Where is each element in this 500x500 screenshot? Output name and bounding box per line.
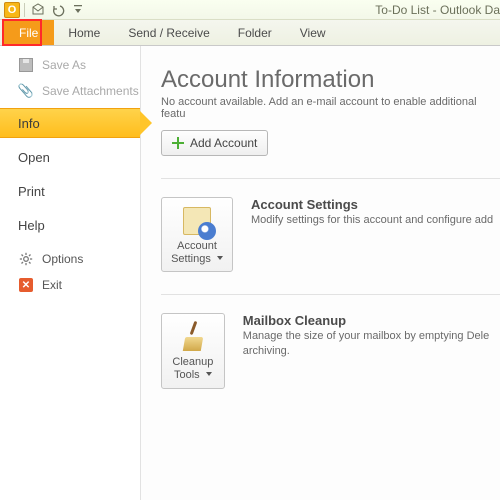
tab-home[interactable]: Home — [54, 20, 114, 45]
ribbon-tabs: File Home Send / Receive Folder View — [0, 20, 500, 46]
backstage-content: Account Information No account available… — [140, 46, 500, 500]
save-icon — [18, 57, 34, 73]
qat-separator — [24, 3, 25, 17]
add-account-button[interactable]: Add Account — [161, 130, 268, 156]
sidebar-options-label: Options — [42, 252, 83, 266]
sidebar-save-as: Save As — [0, 52, 140, 78]
backstage-view: Save As 📎 Save Attachments Info Open Pri… — [0, 46, 500, 500]
account-settings-text: Account Settings Modify settings for thi… — [251, 197, 493, 272]
sidebar-print-label: Print — [18, 184, 45, 199]
section-mailbox-cleanup: Cleanup Tools Mailbox Cleanup Manage the… — [161, 313, 500, 388]
account-settings-desc: Modify settings for this account and con… — [251, 213, 493, 227]
sidebar-save-attachments-label: Save Attachments — [42, 84, 139, 98]
sidebar-exit[interactable]: ✕ Exit — [0, 272, 140, 298]
sidebar-open-label: Open — [18, 150, 50, 165]
mailbox-cleanup-text: Mailbox Cleanup Manage the size of your … — [243, 313, 500, 388]
sidebar-info[interactable]: Info — [0, 108, 140, 138]
sidebar-help-label: Help — [18, 218, 45, 233]
tab-file[interactable]: File — [3, 20, 54, 45]
tab-send-receive[interactable]: Send / Receive — [114, 20, 223, 45]
account-settings-icon — [180, 206, 214, 236]
qat-customize-icon[interactable] — [69, 2, 87, 18]
sidebar-help[interactable]: Help — [0, 210, 140, 240]
exit-icon: ✕ — [18, 277, 34, 293]
sidebar-options[interactable]: Options — [0, 246, 140, 272]
account-settings-btn-label: Account Settings — [171, 240, 223, 265]
cleanup-tools-button[interactable]: Cleanup Tools — [161, 313, 225, 388]
mailbox-cleanup-title: Mailbox Cleanup — [243, 313, 500, 328]
quick-access-toolbar: O — [0, 2, 87, 18]
account-settings-button[interactable]: Account Settings — [161, 197, 233, 272]
backstage-sidebar: Save As 📎 Save Attachments Info Open Pri… — [0, 46, 140, 500]
options-icon — [18, 251, 34, 267]
title-bar: O To-Do List - Outlook Da — [0, 0, 500, 20]
page-subtext: No account available. Add an e-mail acco… — [161, 96, 500, 120]
send-receive-all-icon[interactable] — [29, 2, 47, 18]
sidebar-print[interactable]: Print — [0, 176, 140, 206]
chevron-down-icon — [214, 253, 223, 265]
tab-folder[interactable]: Folder — [224, 20, 286, 45]
mailbox-cleanup-desc: Manage the size of your mailbox by empty… — [243, 329, 500, 358]
add-account-label: Add Account — [190, 136, 257, 150]
cleanup-tools-btn-label: Cleanup Tools — [172, 356, 213, 381]
cleanup-icon — [176, 322, 210, 352]
sidebar-info-label: Info — [18, 116, 40, 131]
sidebar-save-attachments: 📎 Save Attachments — [0, 78, 140, 104]
window-title: To-Do List - Outlook Da — [375, 0, 500, 20]
divider — [161, 178, 500, 179]
undo-icon[interactable] — [49, 2, 67, 18]
sidebar-save-as-label: Save As — [42, 58, 86, 72]
sidebar-open[interactable]: Open — [0, 142, 140, 172]
account-settings-title: Account Settings — [251, 197, 493, 212]
tab-view[interactable]: View — [286, 20, 340, 45]
page-heading: Account Information — [161, 66, 500, 94]
sidebar-exit-label: Exit — [42, 278, 62, 292]
plus-icon — [172, 137, 184, 149]
divider — [161, 294, 500, 295]
outlook-initial: O — [8, 4, 17, 16]
section-account-settings: Account Settings Account Settings Modify… — [161, 197, 500, 272]
attachment-icon: 📎 — [18, 83, 34, 99]
outlook-app-icon[interactable]: O — [4, 2, 20, 18]
chevron-down-icon — [203, 369, 212, 381]
